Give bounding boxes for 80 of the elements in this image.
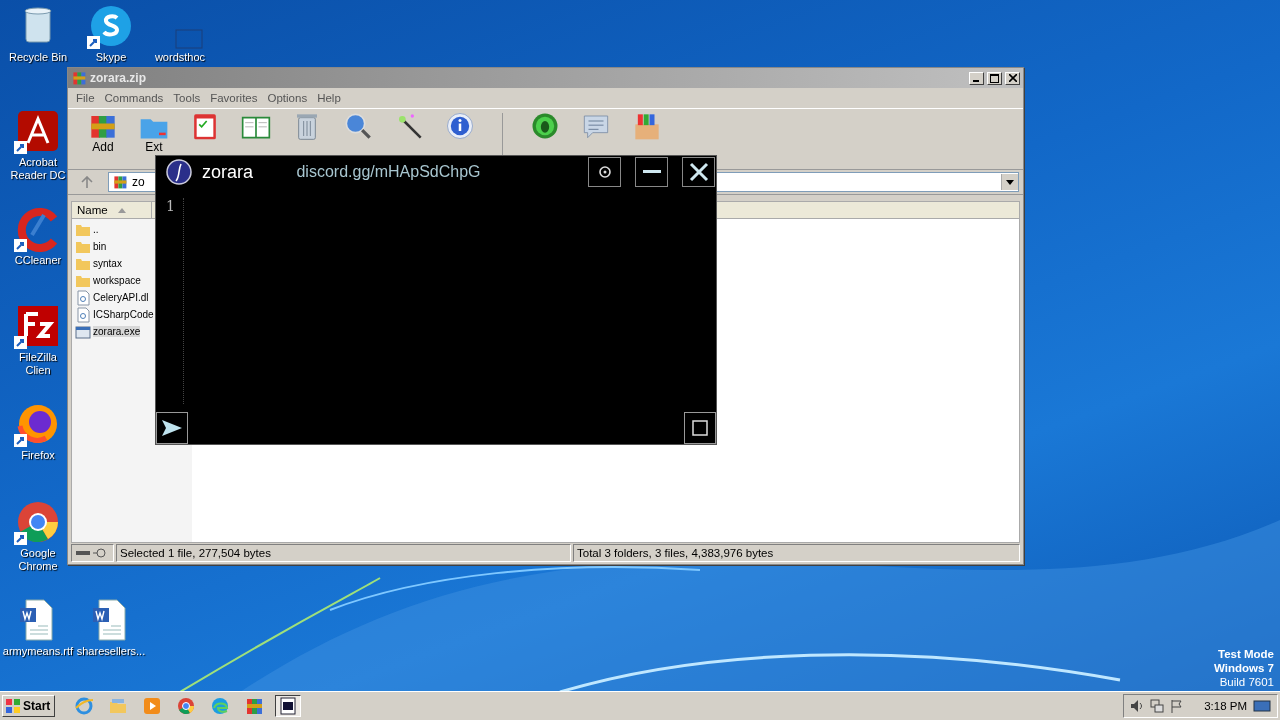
editor-icon [278,696,299,716]
square-icon [692,420,708,436]
file-name[interactable]: syntax [93,258,122,269]
desktop-icon-label: armymeans.rtf [2,645,74,658]
desktop-icon-label: Skype [95,51,127,64]
sort-icon [117,207,126,213]
desktop-icon-label: sharesellers... [76,645,146,658]
desktop-icon-label: wordsthoc [154,51,206,64]
settings-button[interactable] [588,157,621,187]
settings-icon [596,164,613,180]
file-name[interactable]: workspace [93,275,141,286]
close-button[interactable] [682,157,715,187]
minimize-icon [642,170,661,174]
desktop-icon-label: Acrobat Reader DC [9,156,67,182]
edge-icon [210,696,231,716]
ie-icon [74,696,95,716]
line-number: 1 [166,198,176,214]
status-text: Selected 1 file, 277,504 bytes [116,544,571,562]
close-icon [1008,74,1017,82]
file-name[interactable]: .. [93,224,99,235]
toolbar-button[interactable] [445,111,475,141]
find-icon [343,111,373,141]
sfx-icon [632,111,662,141]
up-arrow-icon [81,176,93,188]
explorer-icon [108,696,129,716]
chrome-icon [176,696,197,716]
menu-item[interactable]: Help [312,92,346,104]
toolbar-button[interactable]: Ext [139,111,169,154]
network-icon[interactable] [1150,699,1165,713]
menu-item[interactable]: Favorites [205,92,263,104]
desktop-icon-label: Firefox [21,449,55,462]
window-title: zorara.zip [90,71,147,85]
drive-key-icon [75,548,109,558]
media-icon [142,696,163,716]
minimize-button[interactable] [635,157,668,187]
info-icon [445,111,475,141]
speaker-icon[interactable] [1130,699,1145,713]
desktop-icon-label: Google Chrome [17,547,59,573]
close-icon [688,162,709,182]
flag-icon[interactable] [1170,699,1185,713]
system-notice-text: Build 7601 [1219,675,1274,689]
desktop-icon-label: FileZilla Clien [18,351,58,377]
execute-button[interactable] [156,412,188,444]
maximize-icon [990,73,999,83]
menu-item[interactable]: File [71,92,100,104]
file-icon [75,289,91,306]
maximize-button[interactable] [987,71,1002,85]
file-icon [75,306,91,323]
file-name[interactable]: bin [93,241,107,252]
toolbar-button[interactable] [530,111,560,141]
desktop-icon-label: Recycle Bin [8,51,68,64]
file-icon [75,323,91,340]
virus-icon [530,111,560,141]
square-button[interactable] [684,412,716,444]
desktop-icon-label: CCleaner [14,254,62,267]
taskbar-app[interactable] [275,695,302,717]
system-notice-text: Test Mode [1218,647,1274,661]
toolbar-button[interactable] [343,111,373,141]
file-name[interactable]: ICSharpCode [93,309,154,320]
file-name[interactable]: CeleryAPI.dl [93,292,149,303]
column-header[interactable]: Name [72,202,152,218]
clock[interactable]: 3:18 PM [1204,700,1247,712]
menu-item[interactable]: Commands [99,92,169,104]
start-button[interactable]: Start [2,695,56,717]
winrar-icon [244,696,265,716]
menu-item[interactable]: Tools [168,92,206,104]
app-title: zorara [202,161,254,183]
windows-logo-icon [5,698,21,714]
archive-icon [112,174,128,190]
show-desktop-icon[interactable] [1253,699,1271,713]
toolbar-button[interactable]: Add [88,111,118,154]
archive-app-icon [71,70,87,86]
system-notice-text: Windows 7 [1214,661,1274,675]
send-icon [162,420,182,436]
status-text: Total 3 folders, 3 files, 4,383,976 bytes [573,544,1020,562]
invite-link[interactable]: discord.gg/mHApSdChpG [263,163,574,181]
menu-item[interactable]: Options [262,92,313,104]
dropdown-icon [1006,179,1014,185]
file-name[interactable]: zorara.exe [93,326,141,337]
globe-logo-icon [166,159,192,185]
